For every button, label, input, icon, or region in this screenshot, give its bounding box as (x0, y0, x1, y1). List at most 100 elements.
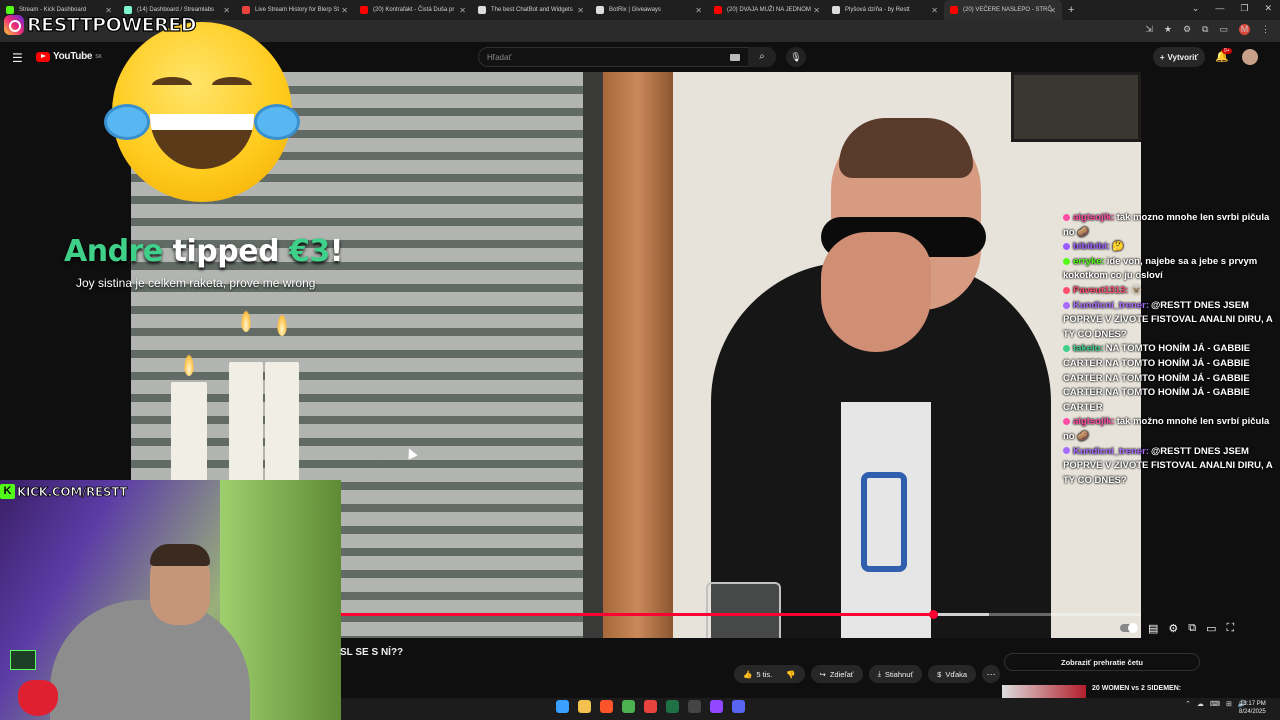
twitch-icon[interactable] (710, 700, 723, 713)
browser-tab[interactable]: (20) DVAJA MUŽI NA JEDNOM ✕ (708, 0, 826, 20)
browser-tab[interactable]: Live Stream History for Blerp St ✕ (236, 0, 354, 20)
browser-tab[interactable]: (20) VEČERE NASLEPO - STRČ ✕ (944, 0, 1062, 20)
video-progress-bar[interactable] (341, 610, 1141, 619)
tab-close-icon[interactable]: ✕ (1049, 6, 1056, 15)
extensions-puzzle-icon[interactable]: ⧉ (1202, 24, 1208, 35)
minimize-button[interactable]: — (1215, 3, 1224, 14)
tab-close-icon[interactable]: ✕ (813, 6, 820, 15)
chat-badge-icon (1063, 447, 1070, 455)
thumbs-down-icon[interactable]: 👎 (786, 670, 795, 679)
miniplayer-icon[interactable]: ⧉ (1188, 622, 1196, 635)
browser-tab[interactable]: (20) Kontrafakt - Čistá Duša pr ✕ (354, 0, 472, 20)
voice-search-mic-icon[interactable]: 🎙 (786, 47, 806, 67)
new-tab-button[interactable]: + (1068, 4, 1074, 16)
fullscreen-icon[interactable]: ⛶ (1227, 622, 1235, 635)
video-actions: 👍 5 tis. 👎 ↪ Zdieľať ⤓ Stiahnuť $ Vďaka … (734, 665, 1001, 683)
shirt-logo (861, 472, 907, 572)
keyboard-layout-icon[interactable]: ⌨ (1210, 700, 1220, 708)
player-controls: ▤ ⚙ ⧉ ▭ ⛶ (1120, 620, 1234, 636)
show-chat-replay-button[interactable]: Zobraziť prehratie četu (1004, 653, 1200, 671)
tab-label: (20) DVAJA MUŽI NA JEDNOM (727, 7, 811, 13)
tab-favicon-icon (124, 6, 132, 14)
candle-flame (184, 354, 194, 376)
tab-close-icon[interactable]: ✕ (459, 6, 466, 15)
extension-icon[interactable]: ⚙ (1183, 24, 1191, 35)
menu-hamburger-icon[interactable]: ☰ (12, 51, 23, 65)
chat-username: Paveut1313: (1073, 284, 1129, 296)
tab-favicon-icon (714, 6, 722, 14)
progress-scrubber[interactable] (929, 610, 938, 619)
subtitles-icon[interactable]: ▤ (1148, 622, 1158, 635)
thanks-button[interactable]: $ Vďaka (928, 665, 977, 683)
install-icon[interactable]: ⇲ (1145, 24, 1153, 35)
chat-username: takelo: (1073, 343, 1104, 355)
app-red-icon[interactable] (644, 700, 657, 713)
tab-close-icon[interactable]: ✕ (341, 6, 348, 15)
chat-username: erryke: (1073, 255, 1105, 267)
close-window-button[interactable]: ✕ (1264, 3, 1272, 14)
tab-close-icon[interactable]: ✕ (577, 6, 584, 15)
candle-flame (241, 310, 251, 332)
tip-message: Joy sistina je celkem raketa, prove me w… (76, 276, 316, 290)
tip-amount: €3 (289, 234, 330, 269)
network-icon[interactable]: ⊞ (1226, 700, 1232, 708)
discord-icon[interactable] (732, 700, 745, 713)
brave-icon[interactable] (600, 700, 613, 713)
chat-badge-icon (1063, 213, 1070, 221)
emoji-eye (152, 77, 192, 93)
tab-label: (20) Kontrafakt - Čistá Duša pr (373, 7, 455, 13)
recommended-video[interactable]: 20 WOMEN vs 2 SIDEMEN: (1002, 685, 1181, 699)
tab-close-icon[interactable]: ✕ (223, 6, 230, 15)
chrome-icon[interactable] (622, 700, 635, 713)
obs-icon[interactable] (688, 700, 701, 713)
thanks-label: Vďaka (945, 669, 968, 679)
keyboard-icon[interactable] (730, 54, 740, 61)
tip-alert: Andre tipped €3! (64, 234, 343, 269)
person-hair (839, 118, 973, 178)
like-button[interactable]: 👍 5 tis. 👎 (734, 665, 805, 683)
profile-avatar[interactable]: M (1239, 24, 1250, 35)
taskbar-apps (556, 700, 745, 713)
theater-mode-icon[interactable]: ▭ (1206, 622, 1216, 635)
cloud-icon[interactable]: ☁ (1197, 700, 1204, 708)
download-button[interactable]: ⤓ Stiahnuť (868, 665, 923, 683)
emoji-tear (104, 104, 150, 140)
files-icon[interactable] (578, 700, 591, 713)
chat-badge-icon (1063, 286, 1070, 294)
settings-gear-icon[interactable]: ⚙ (1168, 622, 1178, 635)
person-hand (821, 232, 931, 352)
tab-search-button[interactable]: ⌄ (1192, 3, 1200, 14)
thumbs-up-icon: 👍 (743, 669, 753, 679)
bookmark-star-icon[interactable]: ★ (1164, 24, 1172, 35)
tab-close-icon[interactable]: ✕ (931, 6, 938, 15)
search-button[interactable]: ⌕ (748, 47, 776, 67)
recommended-thumbnail[interactable] (1002, 685, 1086, 699)
maximize-button[interactable]: ❐ (1240, 3, 1248, 14)
windows-icon[interactable] (556, 700, 569, 713)
browser-tab[interactable]: Plyšová dzíňa - by Restt ✕ (826, 0, 944, 20)
taskbar-clock[interactable]: 13:17 PM 8/24/2025 (1239, 700, 1266, 716)
autoplay-toggle[interactable] (1120, 623, 1138, 633)
browser-menu-icon[interactable]: ⋮ (1261, 24, 1270, 35)
share-label: Zdieľať (829, 669, 854, 679)
tab-label: (14) Dashboard / Streamlabs (137, 7, 215, 13)
download-label: Stiahnuť (884, 669, 914, 679)
chat-message: aigtsojik: tak možno mnohé len svrbí piču… (1063, 415, 1275, 444)
tab-close-icon[interactable]: ✕ (695, 6, 702, 15)
browser-tab[interactable]: BotRix | Giveaways ✕ (590, 0, 708, 20)
window-controls: ⌄ — ❐ ✕ (1192, 3, 1272, 14)
share-icon: ↪ (819, 669, 826, 679)
youtube-logo[interactable]: YouTube SK (36, 51, 102, 62)
tray-overflow-icon[interactable]: ⌃ (1185, 700, 1191, 708)
excel-icon[interactable] (666, 700, 679, 713)
more-actions-button[interactable]: ⋯ (982, 665, 1001, 683)
share-button[interactable]: ↪ Zdieľať (810, 665, 863, 683)
user-avatar[interactable] (1242, 49, 1258, 65)
browser-tab[interactable]: The best ChatBot and Widgets ✕ (472, 0, 590, 20)
create-button[interactable]: + Vytvoriť (1153, 47, 1205, 67)
tab-favicon-icon (360, 6, 368, 14)
chat-username: Kundicni_trener: (1073, 299, 1150, 311)
emoji-tear (254, 104, 300, 140)
sidepanel-icon[interactable]: ▭ (1219, 24, 1228, 35)
recommended-title[interactable]: 20 WOMEN vs 2 SIDEMEN: (1092, 685, 1181, 699)
